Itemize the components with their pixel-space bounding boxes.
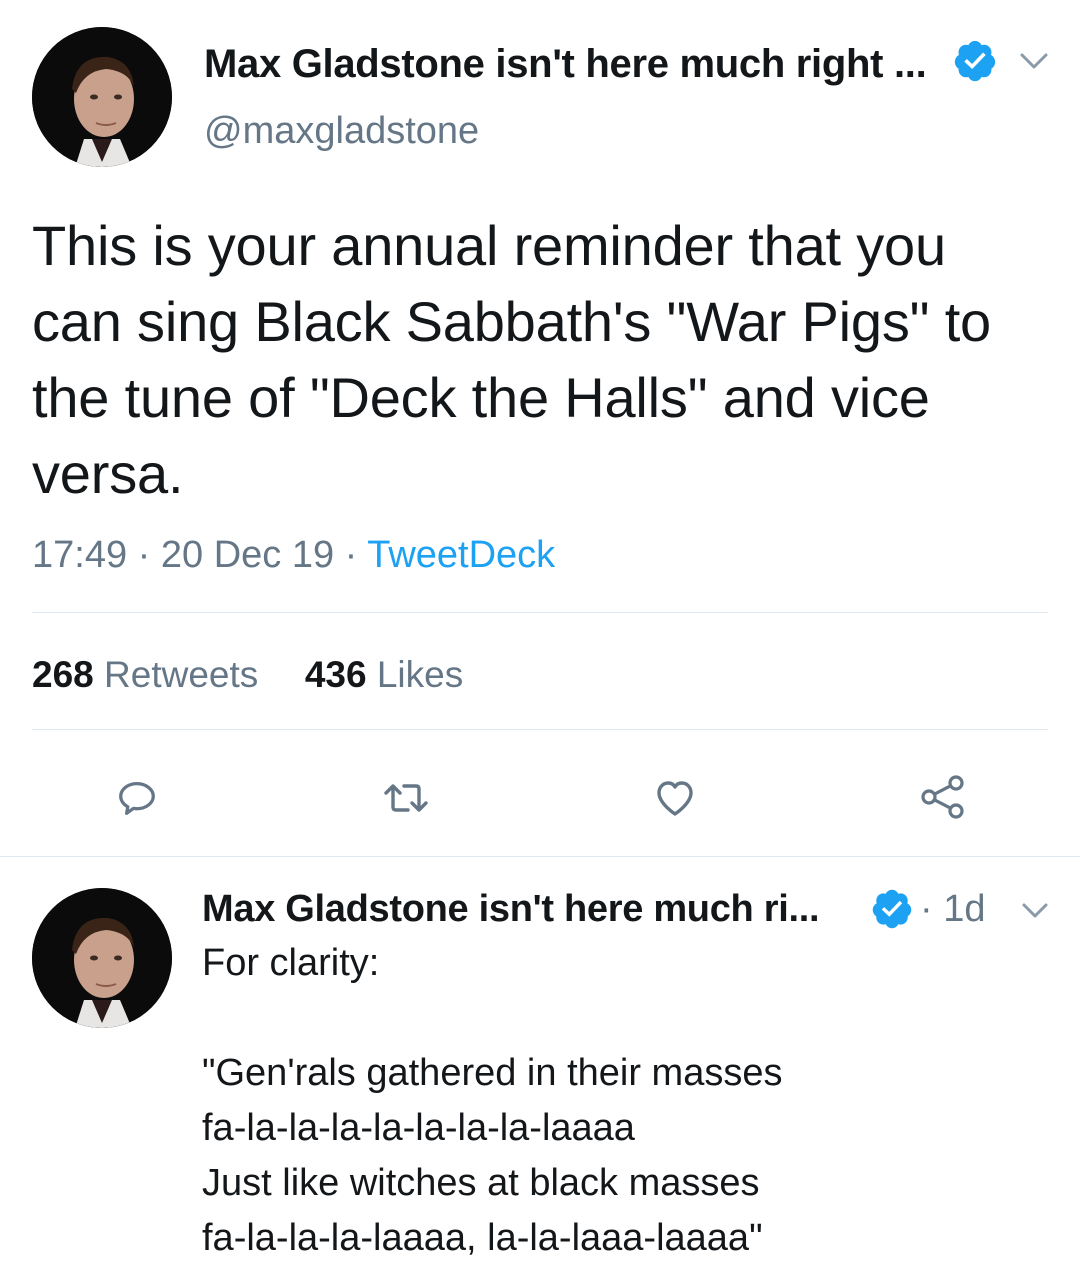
retweet-icon	[384, 784, 428, 812]
avatar-photo	[32, 888, 172, 1028]
author-avatar[interactable]	[32, 27, 172, 167]
meta-separator: ·	[920, 888, 944, 930]
reply-icon	[119, 781, 155, 815]
retweet-label: Retweets	[104, 654, 259, 695]
reply-timestamp: 1d	[943, 888, 986, 930]
tweet-text: This is your annual reminder that you ca…	[32, 214, 992, 505]
reply-line: "Gen'rals gathered in their masses	[202, 1052, 783, 1094]
divider	[32, 612, 1048, 613]
reply-author-display-name[interactable]: Max Gladstone isn't here much ri...	[202, 886, 820, 932]
like-label: Likes	[376, 654, 464, 695]
verified-badge-icon	[870, 887, 914, 931]
tweet-stats: 268 Retweets 436 Likes	[32, 652, 463, 698]
retweet-count: 268	[32, 654, 94, 695]
reply-line: fa-la-la-la-la-la-la-la-laaaa	[202, 1107, 635, 1149]
reply-text: For clarity: "Gen'rals gathered in their…	[202, 936, 1062, 1266]
reply-line: For clarity:	[202, 942, 380, 984]
tweet-time: 17:49	[32, 534, 128, 576]
meta-separator: ·	[137, 534, 161, 576]
share-icon	[921, 775, 964, 819]
chevron-down-icon[interactable]	[1016, 48, 1052, 74]
tweet-source-link[interactable]: TweetDeck	[367, 534, 555, 576]
tweet-date: 20 Dec 19	[160, 534, 335, 576]
reply-age: · 1d	[920, 886, 986, 932]
retweets-stat[interactable]: 268 Retweets	[32, 654, 258, 695]
avatar-photo	[32, 27, 172, 167]
chevron-down-icon[interactable]	[1018, 898, 1052, 922]
retweet-button[interactable]	[380, 775, 432, 821]
like-count: 436	[304, 654, 367, 695]
author-display-name[interactable]: Max Gladstone isn't here much right ...	[204, 40, 927, 88]
tweet-metadata: 17:49 · 20 Dec 19 · TweetDeck	[32, 532, 555, 578]
reply-line: Just like witches at black masses	[202, 1162, 760, 1204]
meta-separator: ·	[344, 534, 368, 576]
author-handle[interactable]: @maxgladstone	[204, 108, 479, 154]
likes-stat[interactable]: 436 Likes	[305, 654, 463, 695]
like-button[interactable]	[651, 773, 699, 821]
divider	[32, 729, 1048, 730]
divider	[0, 856, 1080, 857]
verified-badge-icon	[952, 38, 998, 84]
share-button[interactable]	[918, 772, 968, 822]
reply-line: fa-la-la-la-laaaa, la-la-laaa-laaaa"	[202, 1217, 763, 1259]
reply-button[interactable]	[114, 775, 160, 821]
like-icon	[657, 781, 693, 816]
reply-author-avatar[interactable]	[32, 888, 172, 1028]
reply-blank-line	[202, 991, 1062, 1046]
